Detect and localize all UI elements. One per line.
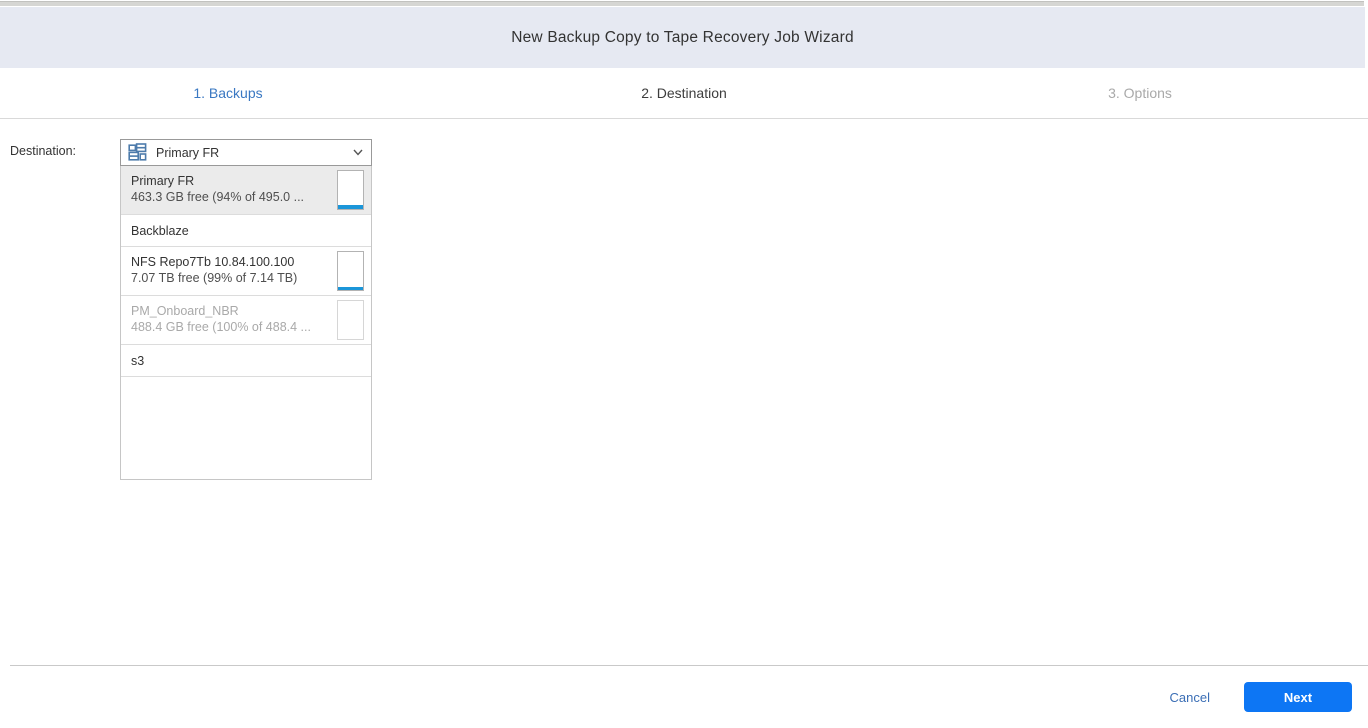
destination-label: Destination: — [10, 144, 77, 158]
capacity-gauge — [337, 251, 364, 291]
destination-select[interactable]: Primary FR — [120, 139, 372, 166]
repo-name: Primary FR — [131, 174, 195, 188]
wizard-header: New Backup Copy to Tape Recovery Job Wiz… — [0, 7, 1365, 68]
repository-icon — [128, 143, 147, 161]
capacity-gauge — [337, 170, 364, 210]
repo-name: PM_Onboard_NBR — [131, 304, 239, 318]
chevron-down-icon — [353, 149, 363, 156]
next-button[interactable]: Next — [1244, 682, 1352, 712]
repo-name: s3 — [131, 354, 145, 368]
repo-free-space: 463.3 GB free (94% of 495.0 ... — [131, 190, 305, 204]
list-item-primary-fr[interactable]: Primary FR 463.3 GB free (94% of 495.0 .… — [121, 166, 371, 215]
cancel-button[interactable]: Cancel — [1170, 690, 1210, 705]
wizard-footer: Cancel Next — [0, 666, 1368, 728]
destination-select-value: Primary FR — [156, 145, 220, 160]
list-item-s3[interactable]: s3 — [121, 345, 371, 377]
capacity-gauge — [337, 300, 364, 340]
wizard-window: New Backup Copy to Tape Recovery Job Wiz… — [0, 0, 1368, 728]
list-item-pm-onboard-nbr: PM_Onboard_NBR 488.4 GB free (100% of 48… — [121, 296, 371, 345]
repo-name: Backblaze — [131, 224, 189, 238]
list-item-backblaze[interactable]: Backblaze — [121, 215, 371, 247]
horizontal-scrollbar[interactable] — [0, 1, 1364, 6]
wizard-steps-bar: 1. Backups 2. Destination 3. Options — [0, 68, 1368, 119]
step-backups[interactable]: 1. Backups — [0, 68, 456, 118]
repo-name: NFS Repo7Tb 10.84.100.100 — [131, 255, 295, 269]
repo-free-space: 488.4 GB free (100% of 488.4 ... — [131, 320, 311, 334]
wizard-title: New Backup Copy to Tape Recovery Job Wiz… — [511, 28, 854, 46]
step-options: 3. Options — [1108, 85, 1172, 101]
list-item-nfs-repo7tb[interactable]: NFS Repo7Tb 10.84.100.100 7.07 TB free (… — [121, 247, 371, 296]
repo-free-space: 7.07 TB free (99% of 7.14 TB) — [131, 271, 298, 285]
destination-dropdown-list: Primary FR 463.3 GB free (94% of 495.0 .… — [120, 166, 372, 480]
step-destination[interactable]: 2. Destination — [456, 68, 912, 118]
